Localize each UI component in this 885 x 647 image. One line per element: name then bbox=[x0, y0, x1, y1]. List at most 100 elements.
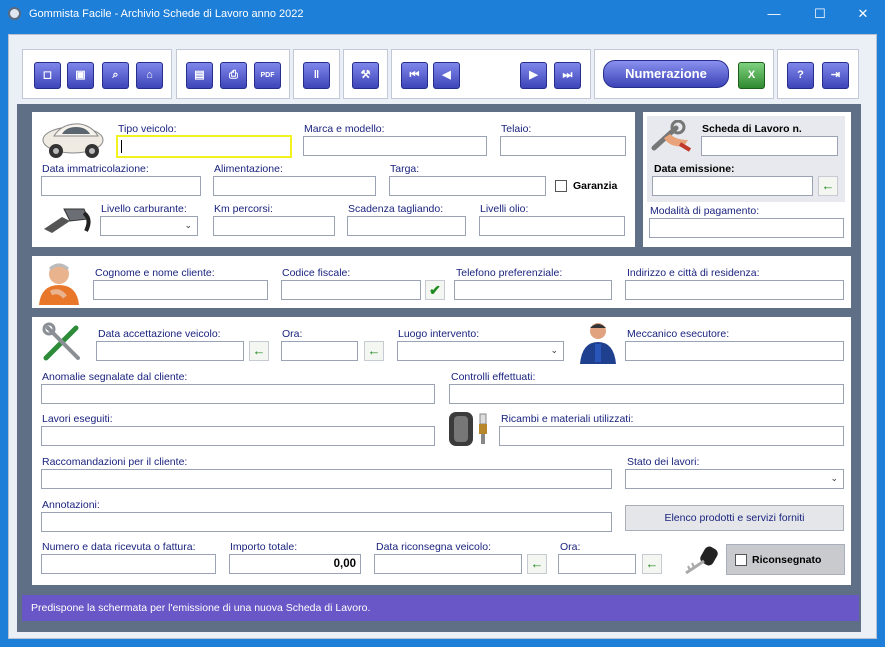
attach-button[interactable]: ‖ bbox=[303, 62, 330, 89]
immatricolazione-label: Data immatricolazione: bbox=[42, 163, 149, 175]
km-label: Km percorsi: bbox=[214, 203, 273, 215]
riconsegna-input[interactable] bbox=[374, 554, 522, 574]
customer-avatar-icon bbox=[39, 263, 79, 305]
app-icon bbox=[8, 7, 21, 20]
preview-icon: ▤ bbox=[194, 69, 205, 81]
excel-button[interactable]: X bbox=[738, 62, 765, 89]
tagliando-input[interactable] bbox=[347, 216, 466, 236]
lavori-eseguiti-input[interactable] bbox=[41, 426, 435, 446]
toolbar-group-navigation: ⏮ ◀ ▶ ⏭ bbox=[391, 49, 591, 99]
toolbar-group-attach: ‖ bbox=[293, 49, 340, 99]
arrow-left-icon: ← bbox=[367, 343, 381, 358]
search-button[interactable]: ⌕ bbox=[102, 62, 129, 89]
preview-button[interactable]: ▤ bbox=[186, 62, 213, 89]
pagamento-input[interactable] bbox=[649, 218, 844, 238]
olio-input[interactable] bbox=[479, 216, 625, 236]
tools-button[interactable]: ⚒ bbox=[352, 62, 379, 89]
riconsegnato-checkbox[interactable] bbox=[735, 554, 747, 566]
set-accettazione-date-button[interactable]: ← bbox=[249, 341, 269, 361]
cliente-nome-input[interactable] bbox=[93, 280, 268, 300]
tire-sparkplug-icon bbox=[449, 412, 487, 446]
targa-input[interactable] bbox=[389, 176, 546, 196]
new-record-button[interactable]: ◻ bbox=[34, 62, 61, 89]
first-record-button[interactable]: ⏮ bbox=[401, 62, 428, 89]
immatricolazione-input[interactable] bbox=[41, 176, 201, 196]
garanzia-checkbox[interactable] bbox=[555, 180, 567, 192]
printer-icon: ⎙ bbox=[229, 69, 238, 81]
meccanico-input[interactable] bbox=[625, 341, 844, 361]
arrow-left-icon: ← bbox=[252, 343, 266, 358]
elenco-prodotti-button[interactable]: Elenco prodotti e servizi forniti bbox=[625, 505, 844, 531]
window-title: Gommista Facile - Archivio Schede di Lav… bbox=[29, 8, 304, 20]
ora-riconsegna-input[interactable] bbox=[558, 554, 636, 574]
olio-label: Livelli olio: bbox=[480, 203, 529, 215]
indirizzo-input[interactable] bbox=[625, 280, 844, 300]
reset-button[interactable]: ⌂ bbox=[136, 62, 163, 89]
new-document-icon: ◻ bbox=[42, 69, 53, 81]
importo-input[interactable]: 0,00 bbox=[229, 554, 361, 574]
meccanico-label: Meccanico esecutore: bbox=[627, 328, 730, 340]
floppy-disk-icon: ▣ bbox=[75, 69, 86, 81]
ora-riconsegna-label: Ora: bbox=[560, 541, 581, 553]
marca-modello-input[interactable] bbox=[303, 136, 487, 156]
last-record-icon: ⏭ bbox=[562, 69, 573, 81]
cliente-nome-label: Cognome e nome cliente: bbox=[95, 267, 215, 279]
arrow-left-icon: ← bbox=[530, 556, 544, 571]
minimize-button[interactable]: — bbox=[752, 0, 796, 28]
ora-input[interactable] bbox=[281, 341, 358, 361]
controlli-label: Controlli effettuati: bbox=[451, 371, 536, 383]
riconsegnato-box[interactable]: Riconsegnato bbox=[726, 544, 845, 575]
telaio-label: Telaio: bbox=[501, 123, 532, 135]
close-button[interactable]: ✕ bbox=[841, 0, 885, 28]
paperclip-icon: ‖ bbox=[313, 69, 320, 81]
lavori-eseguiti-label: Lavori eseguiti: bbox=[42, 413, 113, 425]
chevron-down-icon: ⌄ bbox=[550, 345, 558, 355]
print-button[interactable]: ⎙ bbox=[220, 62, 247, 89]
status-bar: Predispone la schermata per l'emissione … bbox=[22, 595, 859, 621]
last-record-button[interactable]: ⏭ bbox=[554, 62, 581, 89]
km-input[interactable] bbox=[213, 216, 335, 236]
data-emissione-input[interactable] bbox=[652, 176, 813, 196]
help-button[interactable]: ? bbox=[787, 62, 814, 89]
accettazione-input[interactable] bbox=[96, 341, 244, 361]
set-riconsegna-date-button[interactable]: ← bbox=[527, 554, 547, 574]
alimentazione-input[interactable] bbox=[213, 176, 376, 196]
carburante-select[interactable]: ⌄ bbox=[100, 216, 198, 236]
toolbar-group-print: ▤ ⎙ PDF bbox=[176, 49, 290, 99]
anomalie-label: Anomalie segnalate dal cliente: bbox=[42, 371, 188, 383]
numerazione-button[interactable]: Numerazione bbox=[603, 60, 729, 88]
verify-cf-button[interactable]: ✔ bbox=[425, 280, 445, 300]
controlli-input[interactable] bbox=[449, 384, 844, 404]
excel-icon: X bbox=[747, 69, 756, 81]
save-button[interactable]: ▣ bbox=[67, 62, 94, 89]
codice-fiscale-input[interactable] bbox=[281, 280, 421, 300]
ricevuta-input[interactable] bbox=[41, 554, 216, 574]
telefono-input[interactable] bbox=[454, 280, 612, 300]
next-record-icon: ▶ bbox=[529, 69, 538, 81]
maximize-button[interactable]: ☐ bbox=[798, 0, 842, 28]
scheda-numero-input[interactable] bbox=[701, 136, 838, 156]
arrow-left-icon: ← bbox=[645, 556, 659, 571]
exit-button[interactable]: ⇥ bbox=[822, 62, 849, 89]
mechanic-icon bbox=[580, 323, 616, 364]
ricambi-label: Ricambi e materiali utilizzati: bbox=[501, 413, 634, 425]
alimentazione-label: Alimentazione: bbox=[214, 163, 283, 175]
next-record-button[interactable]: ▶ bbox=[520, 62, 547, 89]
set-today-button[interactable]: ← bbox=[818, 176, 838, 196]
anomalie-input[interactable] bbox=[41, 384, 435, 404]
tipo-veicolo-input[interactable] bbox=[116, 135, 292, 158]
importo-label: Importo totale: bbox=[230, 541, 298, 553]
ricambi-input[interactable] bbox=[499, 426, 844, 446]
tagliando-label: Scadenza tagliando: bbox=[348, 203, 444, 215]
raccomandazioni-input[interactable] bbox=[41, 469, 612, 489]
annotazioni-input[interactable] bbox=[41, 512, 612, 532]
luogo-select[interactable]: ⌄ bbox=[397, 341, 564, 361]
pdf-button[interactable]: PDF bbox=[254, 62, 281, 89]
set-ora-button[interactable]: ← bbox=[364, 341, 384, 361]
riconsegnato-label: Riconsegnato bbox=[752, 554, 822, 566]
previous-record-button[interactable]: ◀ bbox=[433, 62, 460, 89]
stato-lavori-select[interactable]: ⌄ bbox=[625, 469, 844, 489]
telaio-input[interactable] bbox=[500, 136, 626, 156]
set-ora-riconsegna-button[interactable]: ← bbox=[642, 554, 662, 574]
annotazioni-label: Annotazioni: bbox=[42, 499, 100, 511]
